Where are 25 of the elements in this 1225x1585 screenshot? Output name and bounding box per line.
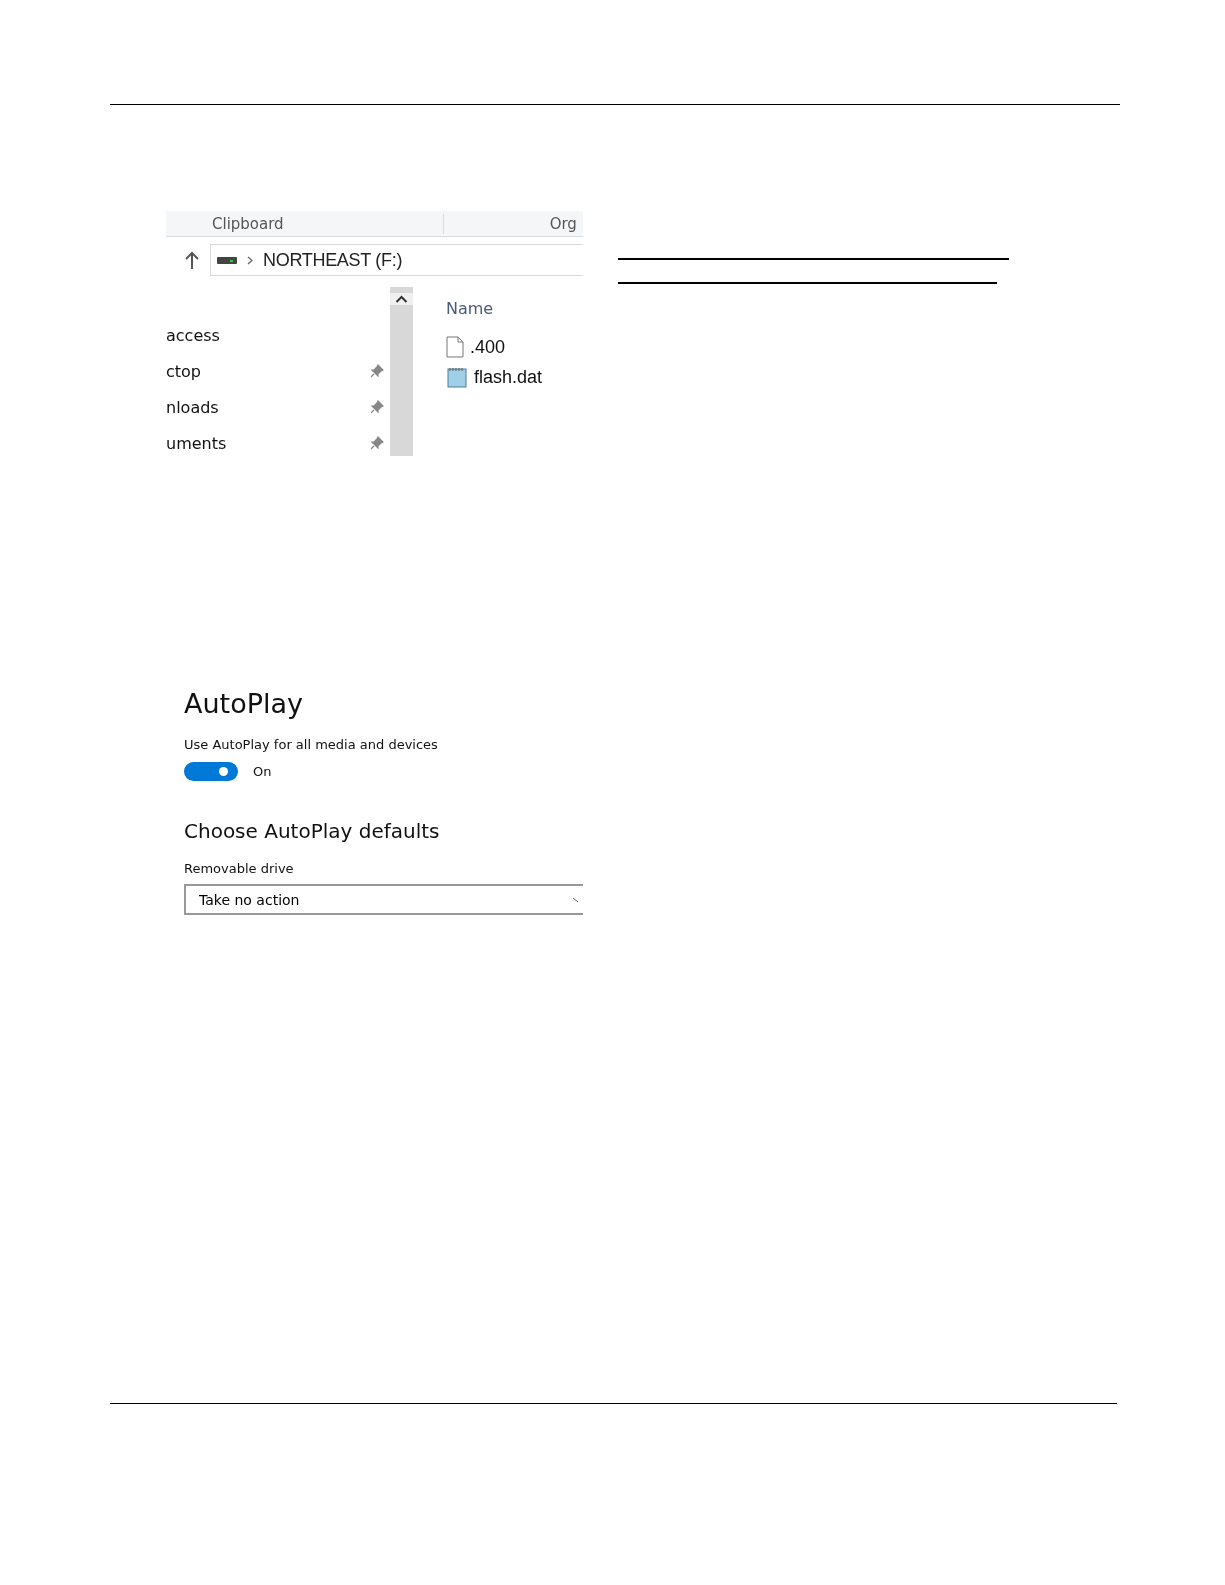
nav-item[interactable]: access [166, 323, 390, 347]
file-item[interactable]: .400 [446, 336, 543, 358]
nav-item[interactable]: uments [166, 431, 390, 455]
nav-item[interactable]: ctop [166, 359, 390, 383]
dropdown[interactable]: Take no action [184, 884, 583, 915]
settings-title: AutoPlay [184, 688, 304, 719]
file-item[interactable]: flash.dat [446, 366, 543, 388]
nav-item[interactable]: nloads [166, 395, 390, 419]
ribbon-group-label: Org [549, 214, 577, 233]
toggle-state: On [253, 764, 272, 779]
address-bar[interactable]: NORTHEAST (F:) [210, 244, 583, 276]
file-icon [446, 336, 464, 358]
toggle-switch[interactable] [184, 762, 238, 781]
column-header[interactable]: Name [446, 299, 543, 318]
setting-label: Use AutoPlay for all media and devices [184, 737, 439, 752]
notepad-icon [446, 366, 468, 388]
ribbon-group-label: Clipboard [212, 214, 284, 233]
dropdown-label: Removable drive [184, 861, 295, 876]
chevron-icon [247, 255, 253, 265]
scroll-up-icon[interactable] [390, 293, 413, 305]
scrollbar[interactable] [390, 287, 413, 456]
up-arrow-icon[interactable] [185, 251, 199, 269]
section-heading: Choose AutoPlay defaults [184, 819, 441, 843]
chevron-down-icon [573, 896, 579, 903]
drive-icon [217, 255, 237, 265]
